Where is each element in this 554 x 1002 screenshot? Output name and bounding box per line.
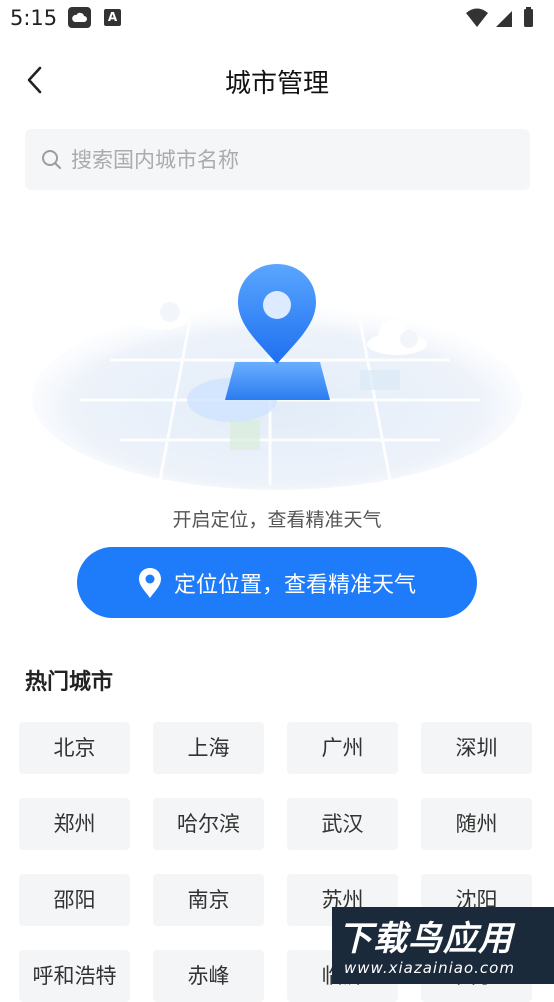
locate-hint: 开启定位，查看精准天气 bbox=[172, 509, 382, 531]
city-chip[interactable]: 广州 bbox=[287, 722, 398, 774]
watermark-sub: www.xiazainiao.com bbox=[344, 959, 515, 977]
city-chip[interactable]: 郑州 bbox=[19, 798, 130, 850]
watermark: 下载鸟应用 www.xiazainiao.com bbox=[332, 907, 554, 984]
city-chip[interactable]: 上海 bbox=[153, 722, 264, 774]
watermark-main: 下载鸟应用 bbox=[338, 919, 513, 959]
locate-button[interactable]: 定位位置，查看精准天气 bbox=[77, 547, 477, 618]
battery-icon bbox=[524, 7, 533, 27]
city-chip[interactable]: 南京 bbox=[153, 874, 264, 926]
search-icon bbox=[42, 150, 61, 169]
city-chip[interactable]: 深圳 bbox=[421, 722, 532, 774]
search-input[interactable] bbox=[71, 129, 511, 190]
city-chip[interactable]: 武汉 bbox=[287, 798, 398, 850]
location-pin-icon bbox=[138, 567, 161, 598]
cloud-left-icon bbox=[132, 294, 188, 330]
locate-button-label: 定位位置，查看精准天气 bbox=[173, 572, 416, 598]
city-chip[interactable]: 呼和浩特 bbox=[19, 950, 130, 1002]
city-chip[interactable]: 赤峰 bbox=[153, 950, 264, 1002]
location-illustration bbox=[0, 250, 554, 500]
signal-icon bbox=[496, 11, 512, 27]
cloud-notification-icon bbox=[68, 7, 91, 28]
city-chip[interactable]: 随州 bbox=[421, 798, 532, 850]
city-chip[interactable]: 邵阳 bbox=[19, 874, 130, 926]
status-time: 5:15 bbox=[10, 6, 58, 30]
hot-cities-title: 热门城市 bbox=[25, 670, 114, 695]
wifi-icon bbox=[466, 8, 488, 27]
header: 城市管理 bbox=[0, 50, 554, 110]
search-box[interactable] bbox=[25, 129, 530, 190]
page-title: 城市管理 bbox=[224, 69, 329, 99]
status-right-icons bbox=[464, 7, 544, 33]
city-chip[interactable]: 北京 bbox=[19, 722, 130, 774]
city-chip[interactable]: 哈尔滨 bbox=[153, 798, 264, 850]
a-notification-icon: A bbox=[104, 9, 121, 26]
status-bar: 5:15 A bbox=[0, 0, 554, 36]
